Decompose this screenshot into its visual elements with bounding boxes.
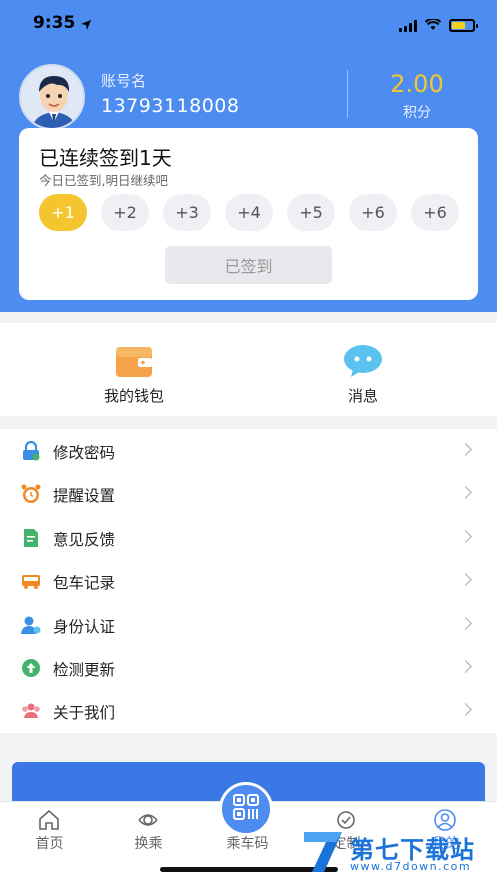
home-icon <box>37 808 61 832</box>
tab-label: 换乘 <box>134 836 163 852</box>
tab-label: 首页 <box>35 836 64 852</box>
menu-item-feedback[interactable]: 意见反馈 <box>0 516 497 559</box>
feedback-icon <box>21 528 41 548</box>
user-verify-icon <box>21 615 41 635</box>
menu-label: 提醒设置 <box>53 487 116 506</box>
bus-icon <box>21 571 41 591</box>
tab-home[interactable]: 首页 <box>0 802 99 862</box>
wallet-icon <box>114 343 154 379</box>
chevron-right-icon <box>459 486 472 500</box>
chevron-right-icon <box>459 703 472 717</box>
menu-item-reminder-settings[interactable]: 提醒设置 <box>0 472 497 515</box>
menu-label: 包车记录 <box>53 574 116 593</box>
signal-icon <box>399 19 417 32</box>
menu-label: 关于我们 <box>53 704 116 723</box>
menu-item-identity-verification[interactable]: 身份认证 <box>0 603 497 646</box>
chevron-right-icon <box>459 573 472 587</box>
sign-day-7: +6 <box>411 194 459 231</box>
phone-number: 13793118008 <box>101 95 240 117</box>
wallet-button[interactable]: 我的钱包 <box>44 323 224 416</box>
chevron-right-icon <box>459 529 472 543</box>
tab-transfer[interactable]: 换乘 <box>99 802 198 862</box>
menu-label: 修改密码 <box>53 444 116 462</box>
menu-item-check-update[interactable]: 检测更新 <box>0 646 497 689</box>
menu-item-about-us[interactable]: 关于我们 <box>0 689 497 732</box>
menu-item-change-password[interactable]: 修改密码 <box>0 429 497 472</box>
quick-actions: 我的钱包 消息 <box>0 323 497 416</box>
menu-label: 检测更新 <box>53 661 116 679</box>
sign-in-subtitle: 今日已签到,明日继续吧 <box>39 173 168 188</box>
signed-in-button[interactable]: 已签到 <box>165 246 332 284</box>
status-time: 9:35 <box>33 13 76 33</box>
points-value[interactable]: 2.00 <box>352 70 482 98</box>
tab-ride-code[interactable]: 乘车码 <box>198 782 297 862</box>
sign-day-3: +3 <box>163 194 211 231</box>
battery-icon <box>449 19 478 32</box>
chevron-right-icon <box>459 443 472 456</box>
message-button[interactable]: 消息 <box>273 323 453 416</box>
watermark-url: www.d7down.com <box>350 860 472 873</box>
menu-item-charter-records[interactable]: 包车记录 <box>0 559 497 602</box>
message-icon <box>343 343 383 379</box>
sign-day-6: +6 <box>349 194 397 231</box>
settings-menu: 修改密码 提醒设置 意见反馈 包车记录 身份认证 检测更新 关于我们 <box>0 429 497 733</box>
sign-day-5: +5 <box>287 194 335 231</box>
sign-in-title: 已连续签到1天 <box>39 146 172 170</box>
message-label: 消息 <box>347 387 378 405</box>
location-arrow-icon <box>80 16 92 35</box>
qr-code-icon <box>232 793 260 825</box>
watermark-logo-icon <box>302 830 344 874</box>
sign-day-1: +1 <box>39 194 87 231</box>
update-icon <box>21 658 41 678</box>
tab-label: 乘车码 <box>226 836 269 852</box>
watermark: 第七下载站 www.d7down.com <box>302 828 492 878</box>
lock-icon <box>21 440 41 461</box>
sign-in-card: 已连续签到1天 今日已签到,明日继续吧 +1 +2 +3 +4 +5 +6 +6… <box>19 128 478 300</box>
menu-label: 身份认证 <box>53 617 116 636</box>
header-divider <box>347 70 348 118</box>
chevron-right-icon <box>459 660 472 673</box>
transfer-icon <box>136 808 160 832</box>
sign-day-4: +4 <box>225 194 273 231</box>
sign-day-2: +2 <box>101 194 149 231</box>
alarm-clock-icon <box>21 484 41 504</box>
points-label: 积分 <box>403 105 431 121</box>
avatar[interactable] <box>19 64 85 130</box>
account-name: 账号名 <box>101 72 147 90</box>
menu-label: 意见反馈 <box>53 530 116 549</box>
chevron-right-icon <box>459 616 472 630</box>
wifi-icon <box>424 16 442 35</box>
status-icons <box>399 16 478 35</box>
group-icon <box>21 701 41 721</box>
wallet-label: 我的钱包 <box>103 387 164 405</box>
ride-code-button[interactable] <box>219 782 273 836</box>
status-bar: 9:35 <box>0 0 497 46</box>
